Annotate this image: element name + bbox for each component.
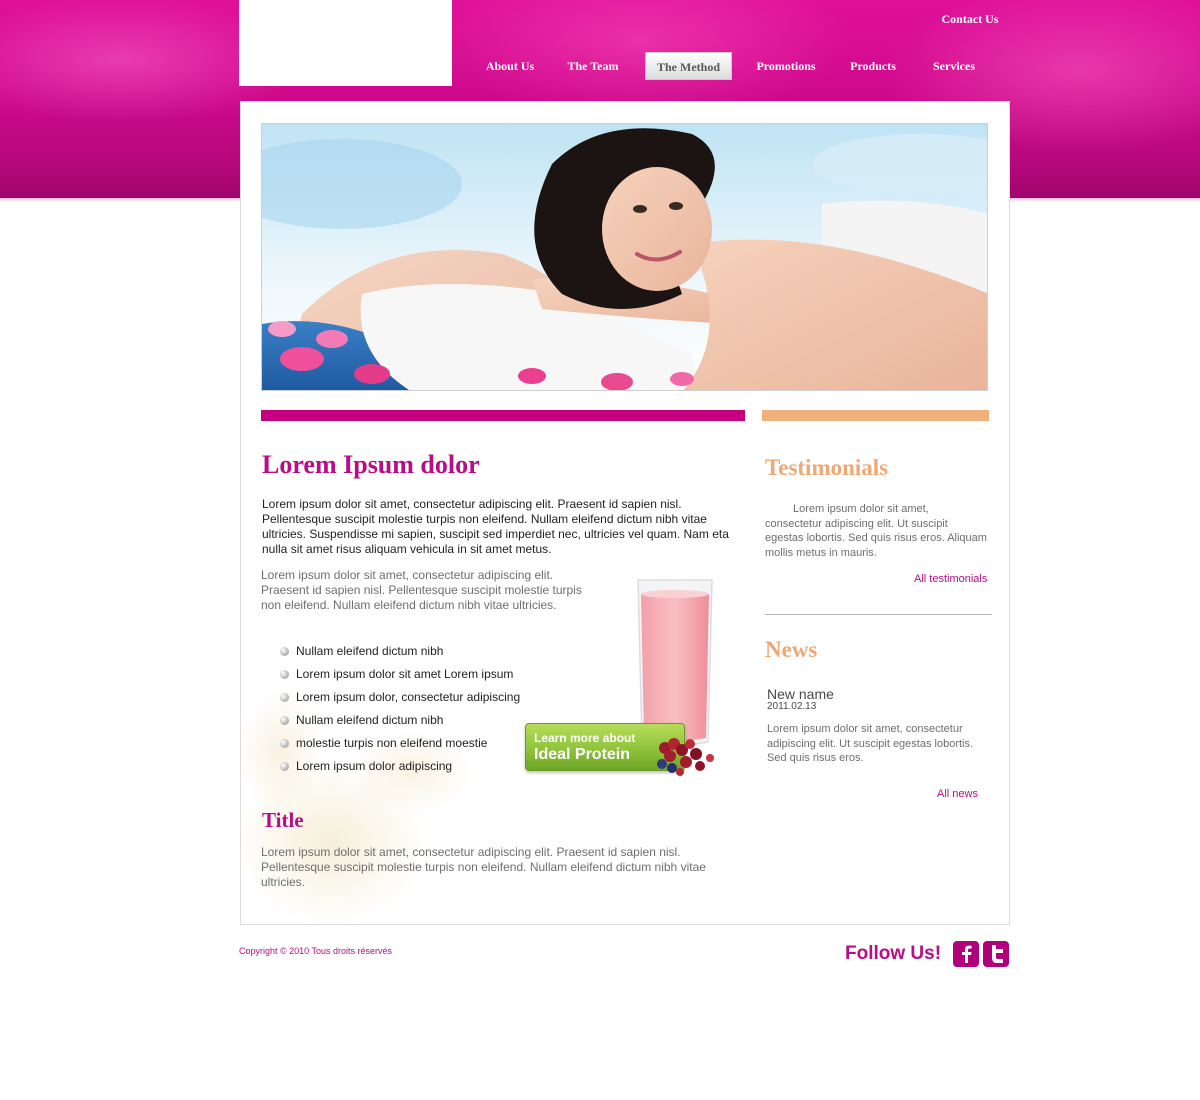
list-item: Lorem ipsum dolor adipiscing (280, 755, 520, 778)
follow-us-label: Follow Us! (845, 943, 942, 964)
bullet-icon (280, 762, 289, 771)
nav-the-method[interactable]: The Method (645, 52, 732, 80)
list-item: molestie turpis non eleifend moestie (280, 732, 520, 755)
news-item-date: 2011.02.13 (767, 701, 817, 712)
all-news-link[interactable]: All news (937, 788, 978, 800)
nav-products[interactable]: Products (838, 52, 908, 80)
logo-placeholder[interactable] (239, 0, 452, 86)
twitter-icon[interactable] (983, 941, 1009, 967)
testimonials-text: Lorem ipsum dolor sit amet, consectetur … (765, 503, 987, 559)
list-item-text: Nullam eleifend dictum nibh (296, 644, 444, 658)
contact-us-link[interactable]: Contact Us (930, 12, 1010, 27)
list-item: Lorem ipsum dolor, consectetur adipiscin… (280, 686, 520, 709)
news-item-title[interactable]: New name (767, 686, 834, 702)
list-item-text: Lorem ipsum dolor sit amet Lorem ipsum (296, 667, 514, 681)
sidebar-divider (765, 614, 992, 615)
protein-drink-image (636, 578, 714, 746)
section-paragraph: Lorem ipsum dolor sit amet, consectetur … (261, 845, 706, 889)
all-testimonials-link[interactable]: All testimonials (914, 573, 987, 585)
nav-promotions[interactable]: Promotions (746, 52, 826, 80)
berries-image (640, 730, 730, 780)
testimonials-heading: Testimonials (765, 455, 889, 480)
main-section-bar (261, 410, 745, 421)
list-item: Nullam eleifend dictum nibh (280, 709, 520, 732)
nav-the-team[interactable]: The Team (556, 52, 630, 80)
bullet-icon (280, 693, 289, 702)
list-item-text: Lorem ipsum dolor adipiscing (296, 759, 453, 773)
secondary-paragraph: Lorem ipsum dolor sit amet, consectetur … (261, 568, 582, 612)
facebook-icon[interactable] (953, 941, 979, 967)
bullet-icon (280, 670, 289, 679)
nav-about-us[interactable]: About Us (474, 52, 546, 80)
bullet-icon (280, 739, 289, 748)
main-heading: Lorem Ipsum dolor (262, 450, 480, 479)
sidebar-section-bar (762, 410, 989, 421)
list-item-text: Lorem ipsum dolor, consectetur adipiscin… (296, 690, 521, 704)
nav-services[interactable]: Services (920, 52, 988, 80)
bullet-icon (280, 647, 289, 656)
feature-list: Nullam eleifend dictum nibh Lorem ipsum … (280, 640, 520, 778)
news-item-text: Lorem ipsum dolor sit amet, consectetur … (767, 723, 974, 764)
list-item: Nullam eleifend dictum nibh (280, 640, 520, 663)
bullet-icon (280, 716, 289, 725)
list-item-text: Nullam eleifend dictum nibh (296, 713, 444, 727)
section-title: Title (262, 808, 304, 832)
news-heading: News (765, 637, 818, 662)
copyright-text: Copyright © 2010 Tous droits réservés (239, 946, 393, 956)
hero-image (261, 123, 988, 391)
list-item: Lorem ipsum dolor sit amet Lorem ipsum (280, 663, 520, 686)
list-item-text: molestie turpis non eleifend moestie (296, 736, 488, 750)
lead-paragraph: Lorem ipsum dolor sit amet, consectetur … (262, 497, 729, 556)
